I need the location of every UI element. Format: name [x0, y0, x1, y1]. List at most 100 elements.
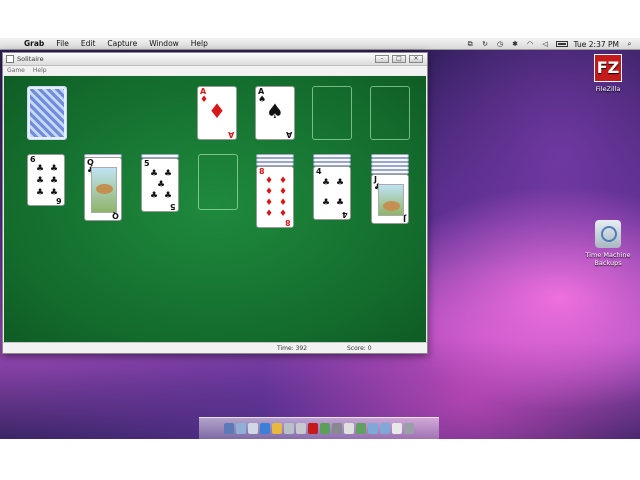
filezilla-desktop-icon[interactable]: FZ FileZilla — [580, 54, 636, 93]
card-rank: 6 — [56, 196, 62, 205]
trash-icon[interactable] — [404, 423, 414, 434]
time-machine-icon[interactable]: ◷ — [496, 40, 505, 48]
menu-window-help[interactable]: Help — [33, 67, 47, 74]
club-icon: ♣ — [36, 188, 45, 198]
preview-icon[interactable] — [344, 423, 354, 434]
window-controls: – □ × — [375, 55, 423, 63]
menubar-clock[interactable]: Tue 2:37 PM — [574, 40, 619, 49]
ichat-icon[interactable] — [272, 423, 282, 434]
club-icon: ♣ — [150, 191, 159, 201]
diamond-icon: ♦ — [200, 95, 209, 105]
tableau-1-card[interactable]: 6 ♣ ♣ ♣ ♣ ♣ ♣ 6 — [27, 154, 65, 206]
club-icon: ♣ — [336, 198, 345, 208]
status-menus: ⧉ ↻ ◷ ✱ ◠ ◁ Tue 2:37 PM ⌕ — [466, 38, 634, 50]
card-rank: 5 — [144, 159, 150, 168]
volume-icon[interactable]: ◁ — [541, 40, 550, 48]
preferences-icon[interactable] — [332, 423, 342, 434]
solitaire-dock-icon[interactable] — [356, 423, 366, 434]
dashboard-icon[interactable] — [236, 423, 246, 434]
club-icon: ♣ — [157, 180, 166, 190]
diamond-icon: ♦ — [279, 176, 288, 186]
window-title: Solitaire — [17, 55, 44, 63]
club-icon: ♣ — [336, 178, 345, 188]
spade-icon: ♠ — [258, 95, 267, 105]
foundation-1-card[interactable]: A ♦ ♦ A — [197, 86, 237, 140]
menu-capture[interactable]: Capture — [101, 38, 143, 50]
club-icon: ♣ — [50, 176, 59, 186]
foundation-4-empty[interactable] — [370, 86, 410, 140]
spade-icon: ♠ — [266, 99, 284, 123]
time-machine-desktop-icon[interactable]: Time Machine Backups — [580, 220, 636, 267]
diamond-icon: ♦ — [279, 187, 288, 197]
maximize-button[interactable]: □ — [392, 55, 406, 63]
menu-bar: Grab File Edit Capture Window Help ⧉ ↻ ◷… — [0, 38, 640, 50]
tableau-6-card[interactable]: 4 ♣ ♣ ♣ ♣ 4 — [313, 166, 351, 220]
wifi-icon[interactable]: ◠ — [526, 40, 535, 48]
menu-help[interactable]: Help — [185, 38, 214, 50]
filezilla-dock-icon[interactable] — [308, 423, 318, 434]
menu-window[interactable]: Window — [143, 38, 185, 50]
documents-folder-icon[interactable] — [380, 423, 390, 434]
card-rank: 4 — [342, 210, 348, 219]
solitaire-window: Solitaire – □ × Game Help A ♦ ♦ A A ♠ ♠ … — [2, 52, 428, 354]
applications-folder-icon[interactable] — [368, 423, 378, 434]
diamond-icon: ♦ — [208, 99, 226, 123]
club-icon: ♣ — [36, 164, 45, 174]
diamond-icon: ♦ — [265, 176, 274, 186]
safari-icon[interactable] — [260, 423, 270, 434]
menu-grab[interactable]: Grab — [18, 38, 50, 50]
battery-icon[interactable] — [555, 41, 568, 47]
card-rank: Q — [112, 211, 119, 220]
downloads-stack-icon[interactable] — [392, 423, 402, 434]
ical-icon[interactable] — [296, 423, 306, 434]
minimize-button[interactable]: – — [375, 55, 389, 63]
club-icon: ♣ — [150, 169, 159, 179]
menu-game[interactable]: Game — [7, 67, 25, 74]
face-card-art — [91, 167, 117, 213]
card-rank: 6 — [30, 155, 36, 164]
face-card-art — [378, 184, 404, 216]
club-icon: ♣ — [322, 198, 331, 208]
sync-icon[interactable]: ↻ — [481, 40, 490, 48]
card-rank: A — [285, 130, 292, 139]
window-titlebar[interactable]: Solitaire – □ × — [3, 53, 427, 66]
diamond-icon: ♦ — [265, 209, 274, 219]
bluetooth-icon[interactable]: ✱ — [511, 40, 520, 48]
spotlight-icon[interactable]: ⌕ — [625, 40, 634, 48]
time-machine-drive-icon — [595, 220, 621, 248]
foundation-3-empty[interactable] — [312, 86, 352, 140]
time-readout: Time: 392 — [277, 345, 308, 352]
desktop: Grab File Edit Capture Window Help ⧉ ↻ ◷… — [0, 38, 640, 439]
close-button[interactable]: × — [409, 55, 423, 63]
time-machine-label: Time Machine Backups — [585, 251, 631, 267]
club-icon: ♣ — [164, 169, 173, 179]
diamond-icon: ♦ — [265, 187, 274, 197]
photo-icon[interactable] — [320, 423, 330, 434]
mail-icon[interactable] — [248, 423, 258, 434]
filezilla-icon: FZ — [594, 54, 622, 82]
card-rank: 5 — [170, 202, 176, 211]
card-rank: J — [403, 214, 406, 223]
game-board: A ♦ ♦ A A ♠ ♠ A 6 ♣ ♣ ♣ ♣ ♣ ♣ 6 Q Q 5 ♣ … — [4, 76, 426, 342]
menu-file[interactable]: File — [50, 38, 75, 50]
tableau-5-card[interactable]: 8 ♦ ♦ ♦ ♦ ♦ ♦ ♦ ♦ 8 — [256, 166, 294, 228]
tableau-3-card[interactable]: 5 ♣ ♣ ♣ ♣ ♣ 5 — [141, 158, 179, 212]
score-readout: Score: 0 — [347, 345, 372, 352]
address-book-icon[interactable] — [284, 423, 294, 434]
diamond-icon: ♦ — [265, 198, 274, 208]
tableau-7-card[interactable]: J ♣ J — [371, 174, 409, 224]
card-rank: 8 — [259, 167, 265, 176]
display-icon[interactable]: ⧉ — [466, 40, 475, 48]
finder-icon[interactable] — [224, 423, 234, 434]
menu-edit[interactable]: Edit — [75, 38, 102, 50]
foundation-2-card[interactable]: A ♠ ♠ A — [255, 86, 295, 140]
card-rank: 4 — [316, 167, 322, 176]
window-menu: Game Help — [3, 66, 427, 75]
tableau-2-card[interactable]: Q ♣ Q — [84, 157, 122, 221]
card-rank: A — [227, 130, 234, 139]
stock-pile[interactable] — [27, 86, 67, 140]
dock — [199, 417, 439, 439]
card-rank: 8 — [285, 218, 291, 227]
tableau-4-empty[interactable] — [198, 154, 238, 210]
filezilla-label: FileZilla — [595, 85, 621, 93]
